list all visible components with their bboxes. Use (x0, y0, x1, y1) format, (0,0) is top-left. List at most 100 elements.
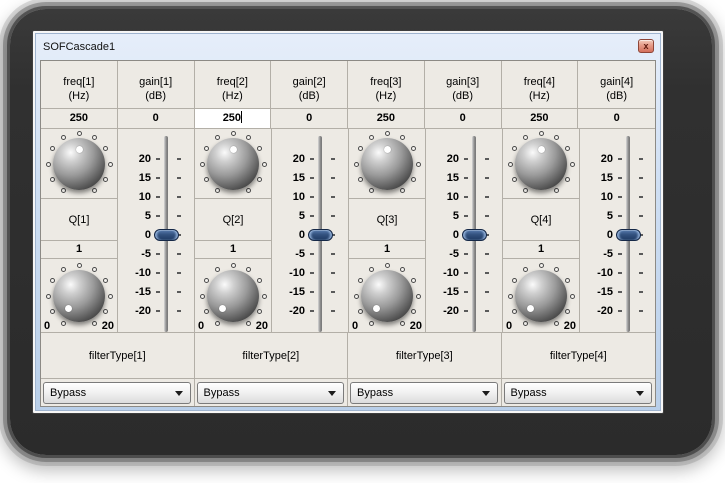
tick-mark (177, 272, 181, 274)
freq-value-field-1[interactable]: 250 (41, 109, 118, 128)
filter-type-dropdown-1[interactable]: Bypass (43, 382, 191, 404)
tick-mark (618, 215, 622, 217)
freq-value-field-3[interactable]: 250 (348, 109, 425, 128)
channel-2-controls: Q[2] 1 0 20 20 15 10 5 0 -5 -10 -15 -20 (195, 129, 349, 332)
q-value-field-4[interactable]: 1 (503, 241, 579, 260)
tick-mark (464, 310, 468, 312)
slider-handle[interactable] (154, 229, 179, 241)
tick-mark (485, 196, 489, 198)
gain-value-field-2[interactable]: 0 (271, 109, 348, 128)
knob-face (207, 270, 259, 323)
tick-mark (310, 177, 314, 179)
slider-handle[interactable] (308, 229, 333, 241)
tick-mark (485, 310, 489, 312)
knob-indicator-dot (219, 305, 226, 313)
dropdown-selected-value: Bypass (50, 387, 87, 399)
freq-header-4: freq[4] (Hz) (502, 61, 579, 108)
gain-header-1: gain[1] (dB) (118, 61, 195, 108)
tick-mark (156, 291, 160, 293)
tick-label: 10 (292, 191, 305, 203)
filter-type-label-1: filterType[1] (41, 333, 195, 378)
q-value-field-3[interactable]: 1 (349, 241, 425, 260)
tick-label: -15 (597, 286, 613, 298)
tick-label: -20 (597, 305, 613, 317)
freq-unit: (Hz) (528, 89, 550, 102)
tick-label: 0 (144, 229, 151, 241)
tick-label: 5 (298, 210, 305, 222)
tick-mark (331, 215, 335, 217)
tick-mark (310, 272, 314, 274)
tick-mark (310, 291, 314, 293)
freq-value-field-4[interactable]: 250 (502, 109, 579, 128)
filter-type-dropdown-4[interactable]: Bypass (503, 382, 652, 404)
tick-mark (331, 253, 335, 255)
tick-mark (639, 215, 643, 217)
filter-dropdown-cell-2: Bypass (195, 379, 348, 406)
knob-min-label: 0 (506, 320, 513, 332)
knob-face (53, 138, 105, 190)
tick-mark (156, 310, 160, 312)
tick-mark (618, 272, 622, 274)
knob-indicator-dot (373, 305, 380, 313)
close-button[interactable]: x (638, 39, 654, 53)
tick-mark (156, 253, 160, 255)
slider-handle[interactable] (616, 229, 641, 241)
titlebar: SOFCascade1 x (36, 34, 660, 58)
value-row: 250 0 250 0 250 0 250 0 (41, 109, 655, 129)
tick-mark (639, 291, 643, 293)
tick-mark (331, 177, 335, 179)
q-value-field-2[interactable]: 1 (195, 241, 271, 260)
tick-label: -5 (141, 248, 151, 260)
tick-mark (177, 291, 181, 293)
tick-mark (464, 291, 468, 293)
gain-header-2: gain[2] (dB) (271, 61, 348, 108)
gain-label: gain[1] (139, 75, 173, 88)
tick-label: 5 (606, 210, 613, 222)
tick-label: 10 (446, 191, 459, 203)
freq-unit: (Hz) (68, 89, 90, 102)
tick-mark (639, 272, 643, 274)
freq-knob-2[interactable] (199, 130, 267, 197)
slider-handle[interactable] (462, 229, 487, 241)
freq-q-stack-2: Q[2] 1 0 20 (195, 129, 272, 332)
chevron-down-icon (328, 391, 336, 396)
window-frame: SOFCascade1 x freq[1] (Hz) gain[1] (dB) (35, 33, 661, 411)
knob-indicator-dot (76, 146, 83, 153)
freq-knob-3[interactable] (353, 130, 421, 197)
tick-mark (331, 158, 335, 160)
knob-min-label: 0 (198, 320, 205, 332)
freq-knob-1[interactable] (45, 130, 113, 197)
channel-3-controls: Q[3] 1 0 20 20 15 10 5 0 -5 -10 -15 -20 (349, 129, 503, 332)
tick-mark (485, 272, 489, 274)
knob-max-label: 20 (563, 320, 576, 332)
gain-unit: (dB) (452, 89, 474, 102)
tick-label: -5 (449, 248, 459, 260)
q-knob-cell-2: 0 20 (195, 259, 271, 332)
knob-face (53, 270, 105, 323)
freq-knob-cell-1 (41, 129, 117, 199)
tick-mark (464, 196, 468, 198)
tick-mark (485, 215, 489, 217)
gain-slider-2: 20 15 10 5 0 -5 -10 -15 -20 (272, 129, 349, 332)
gain-value-field-4[interactable]: 0 (578, 109, 655, 128)
filter-type-dropdown-3[interactable]: Bypass (350, 382, 498, 404)
freq-knob-4[interactable] (507, 130, 575, 197)
filter-type-dropdown-2[interactable]: Bypass (196, 382, 344, 404)
q-value-field-1[interactable]: 1 (41, 241, 117, 260)
gain-value-field-1[interactable]: 0 (118, 109, 195, 128)
freq-label: freq[1] (63, 75, 95, 88)
tick-mark (310, 158, 314, 160)
tick-label: 5 (452, 210, 459, 222)
tick-mark (177, 310, 181, 312)
freq-header-3: freq[3] (Hz) (348, 61, 425, 108)
freq-value-field-2[interactable]: 250 (194, 109, 272, 128)
header-row: freq[1] (Hz) gain[1] (dB) freq[2] (Hz) g… (41, 61, 655, 109)
tick-mark (310, 215, 314, 217)
tick-label: -10 (289, 267, 305, 279)
freq-q-stack-3: Q[3] 1 0 20 (349, 129, 426, 332)
dropdown-selected-value: Bypass (510, 387, 547, 399)
freq-q-stack-1: Q[1] 1 0 20 (41, 129, 118, 332)
gain-label: gain[3] (446, 75, 480, 88)
tick-label: -5 (295, 248, 305, 260)
gain-value-field-3[interactable]: 0 (425, 109, 502, 128)
